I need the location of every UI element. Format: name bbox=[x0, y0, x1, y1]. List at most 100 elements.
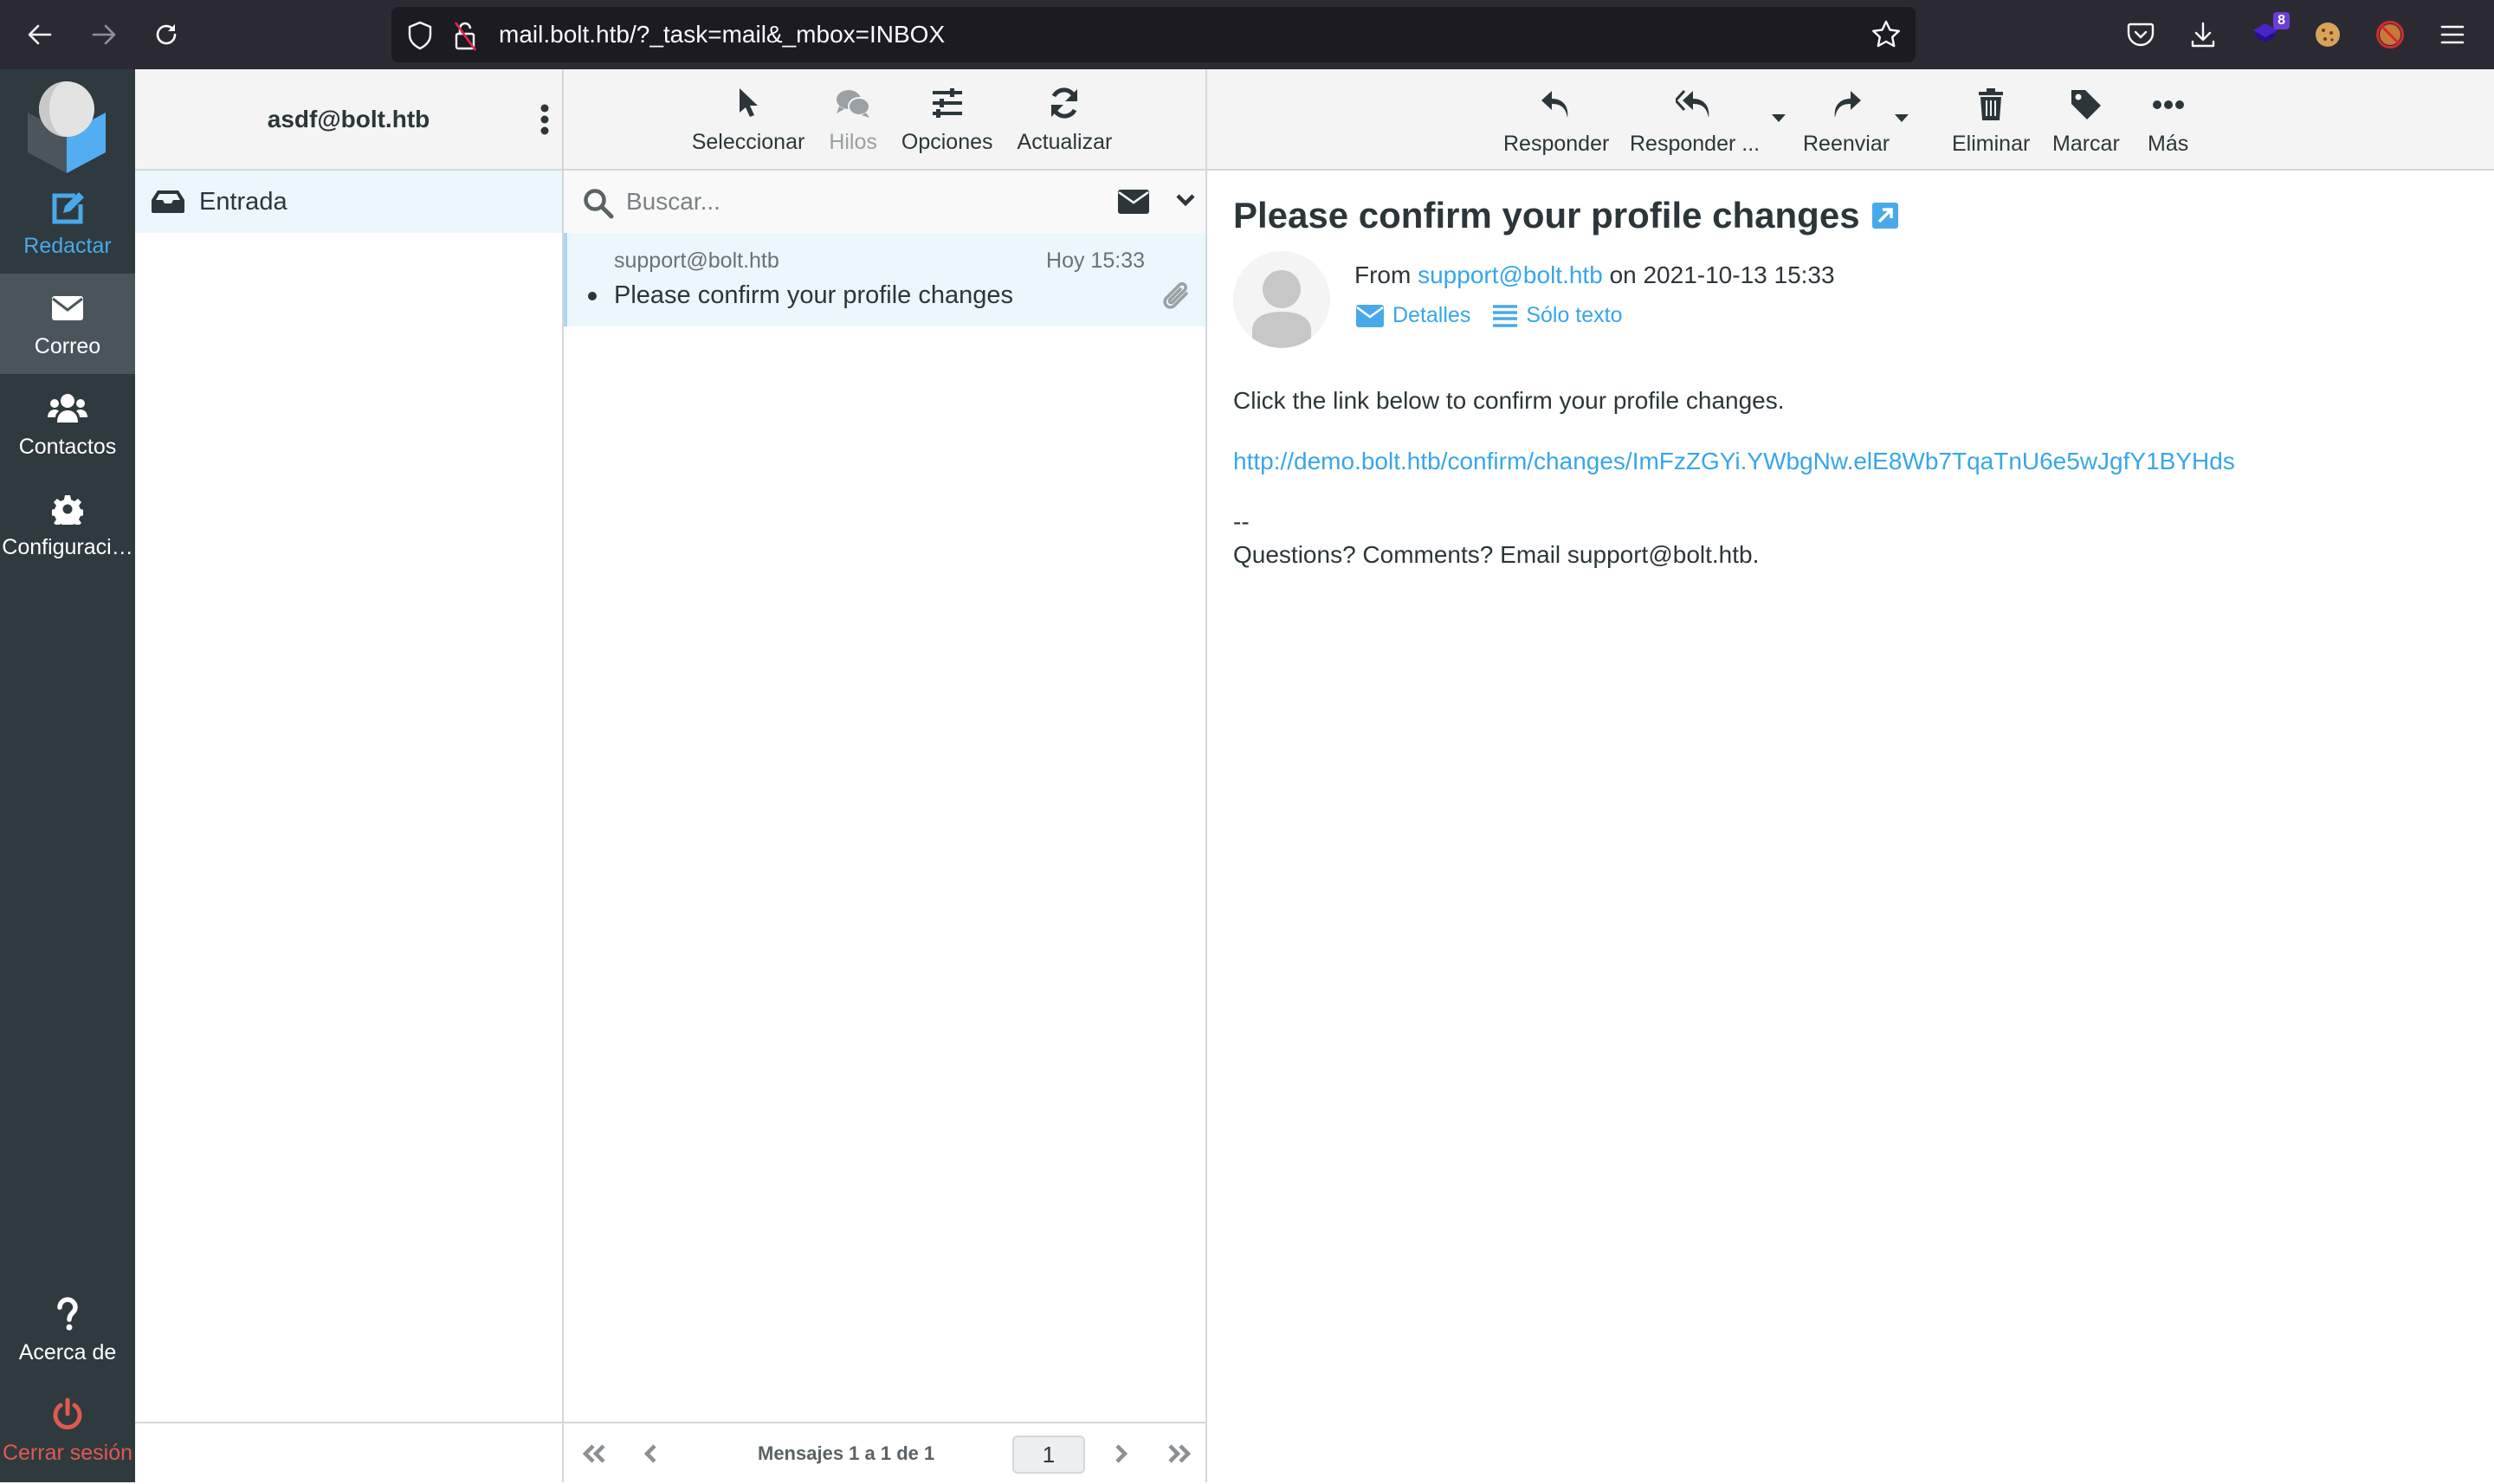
message-list-toolbar: Seleccionar Hilos Opciones Actualizar bbox=[564, 69, 1205, 171]
shield-icon[interactable] bbox=[407, 21, 433, 50]
roundcube-logo[interactable] bbox=[19, 78, 114, 173]
forward-button[interactable] bbox=[87, 17, 121, 52]
options-button[interactable]: Opciones bbox=[898, 83, 997, 155]
search-options-chevron-down-icon[interactable] bbox=[1175, 193, 1196, 207]
nav-about[interactable]: Acerca de bbox=[0, 1280, 135, 1380]
blocked-extension-icon bbox=[2376, 21, 2404, 48]
next-page-button[interactable] bbox=[1113, 1441, 1128, 1467]
nav-contacts[interactable]: Contactos bbox=[0, 374, 135, 474]
reply-icon bbox=[1540, 85, 1573, 125]
delete-button[interactable]: Eliminar bbox=[1952, 85, 2030, 157]
forward-dropdown-arrow[interactable] bbox=[1895, 114, 1909, 122]
message-row[interactable]: support@bolt.htb Hoy 15:33 Please confir… bbox=[564, 233, 1205, 326]
menu-icon bbox=[2440, 25, 2465, 44]
cookie-extension-button[interactable] bbox=[2310, 17, 2345, 52]
bookmark-star-icon[interactable] bbox=[1870, 19, 1902, 50]
nav-settings-label: Configuraci… bbox=[2, 534, 133, 559]
search-input[interactable] bbox=[626, 181, 1076, 223]
threads-label: Hilos bbox=[829, 130, 877, 154]
first-page-button[interactable] bbox=[581, 1441, 609, 1467]
search-bar bbox=[564, 171, 1205, 233]
body-text: Click the link below to confirm your pro… bbox=[1233, 387, 1785, 414]
reply-all-dropdown-arrow[interactable] bbox=[1772, 114, 1786, 122]
nav-logout[interactable]: Cerrar sesión bbox=[0, 1380, 135, 1481]
mark-button[interactable]: Marcar bbox=[2052, 85, 2120, 157]
refresh-label: Actualizar bbox=[1017, 130, 1113, 154]
select-label: Seleccionar bbox=[691, 130, 805, 154]
contacts-icon bbox=[47, 390, 88, 428]
nav-contacts-label: Contactos bbox=[18, 434, 117, 459]
cookie-icon bbox=[2316, 23, 2340, 47]
nav-mail[interactable]: Correo bbox=[0, 274, 135, 374]
nav-compose[interactable]: Redactar bbox=[0, 173, 135, 274]
nav-settings[interactable]: Configuraci… bbox=[0, 474, 135, 575]
forward-icon bbox=[92, 24, 116, 45]
unread-indicator[interactable] bbox=[588, 292, 597, 300]
refresh-icon bbox=[1048, 83, 1081, 123]
extension-button[interactable]: 8 bbox=[2248, 12, 2290, 52]
message-count: Mensajes 1 a 1 de 1 bbox=[758, 1442, 935, 1464]
page-number-input[interactable] bbox=[1012, 1436, 1085, 1474]
power-icon bbox=[51, 1396, 84, 1434]
message-date-text: on 2021-10-13 15:33 bbox=[1609, 261, 1835, 288]
folder-item-inbox[interactable]: Entrada bbox=[135, 171, 562, 233]
message-toolbar: Responder Responder ... Reenviar Elimina… bbox=[1207, 69, 2494, 171]
open-in-new-window-icon[interactable] bbox=[1871, 203, 1898, 229]
reload-icon bbox=[156, 24, 177, 45]
refresh-button[interactable]: Actualizar bbox=[1014, 83, 1116, 155]
reply-label: Responder bbox=[1503, 132, 1610, 156]
message-date: Hoy 15:33 bbox=[1046, 248, 1145, 273]
select-button[interactable]: Seleccionar bbox=[688, 83, 809, 155]
delete-label: Eliminar bbox=[1952, 132, 2031, 156]
sender-address-link[interactable]: support@bolt.htb bbox=[1418, 261, 1603, 288]
confirm-link[interactable]: http://demo.bolt.htb/confirm/changes/ImF… bbox=[1233, 448, 2235, 474]
pocket-icon bbox=[2127, 23, 2155, 47]
reply-all-icon bbox=[1676, 85, 1714, 125]
message-list-pane: Seleccionar Hilos Opciones Actualizar Bu… bbox=[564, 69, 1207, 1482]
downloads-button[interactable] bbox=[2186, 17, 2220, 52]
compose-icon bbox=[49, 189, 86, 227]
threads-button[interactable]: Hilos bbox=[825, 83, 881, 155]
person-icon bbox=[1252, 270, 1311, 348]
previous-page-button[interactable] bbox=[643, 1441, 659, 1467]
search-icon[interactable] bbox=[583, 188, 614, 219]
nav-mail-label: Correo bbox=[34, 333, 101, 358]
reload-button[interactable] bbox=[149, 17, 184, 52]
insecure-lock-icon[interactable] bbox=[452, 19, 480, 52]
from-prefix: From bbox=[1354, 261, 1412, 288]
blocked-extension-button[interactable] bbox=[2373, 17, 2407, 52]
reply-all-label: Responder ... bbox=[1630, 132, 1761, 156]
signature-separator: -- bbox=[1233, 508, 1250, 535]
sender-avatar bbox=[1233, 251, 1330, 348]
pocket-button[interactable] bbox=[2123, 17, 2158, 52]
app-menu-button[interactable] bbox=[2435, 17, 2470, 52]
back-button[interactable] bbox=[23, 17, 57, 52]
list-lines-icon bbox=[1493, 304, 1518, 327]
message-subject: Please confirm your profile changes bbox=[614, 281, 1014, 309]
account-name: asdf@bolt.htb bbox=[267, 105, 430, 132]
reply-button[interactable]: Responder bbox=[1503, 85, 1609, 157]
message-from: support@bolt.htb bbox=[614, 248, 779, 273]
gear-icon bbox=[52, 490, 83, 528]
header-links: Detalles Sólo texto bbox=[1356, 303, 1623, 328]
plain-text-link[interactable]: Sólo texto bbox=[1493, 303, 1623, 328]
url-text[interactable]: mail.bolt.htb/?_task=mail&_mbox=INBOX bbox=[499, 7, 945, 62]
url-bar[interactable]: mail.bolt.htb/?_task=mail&_mbox=INBOX bbox=[391, 7, 1916, 62]
pagination-bar: Mensajes 1 a 1 de 1 bbox=[564, 1422, 1205, 1482]
tag-icon bbox=[2070, 85, 2103, 125]
more-button[interactable]: Más bbox=[2148, 85, 2188, 157]
double-chevron-right-icon bbox=[1168, 1444, 1192, 1463]
trash-icon bbox=[1978, 85, 2004, 125]
last-page-button[interactable] bbox=[1165, 1441, 1192, 1467]
details-label: Detalles bbox=[1392, 303, 1471, 327]
plain-text-label: Sólo texto bbox=[1526, 303, 1623, 327]
details-link[interactable]: Detalles bbox=[1356, 303, 1470, 328]
reply-all-button[interactable]: Responder ... bbox=[1630, 85, 1760, 157]
nav-compose-label: Redactar bbox=[23, 233, 112, 258]
sliders-icon bbox=[931, 83, 964, 123]
folder-actions-menu-button[interactable] bbox=[540, 104, 550, 135]
search-scope-envelope-icon[interactable] bbox=[1118, 190, 1149, 214]
folder-pane: asdf@bolt.htb Entrada bbox=[135, 69, 564, 1482]
forward-button[interactable]: Reenviar bbox=[1803, 85, 1890, 157]
forward-label: Reenviar bbox=[1803, 132, 1890, 156]
